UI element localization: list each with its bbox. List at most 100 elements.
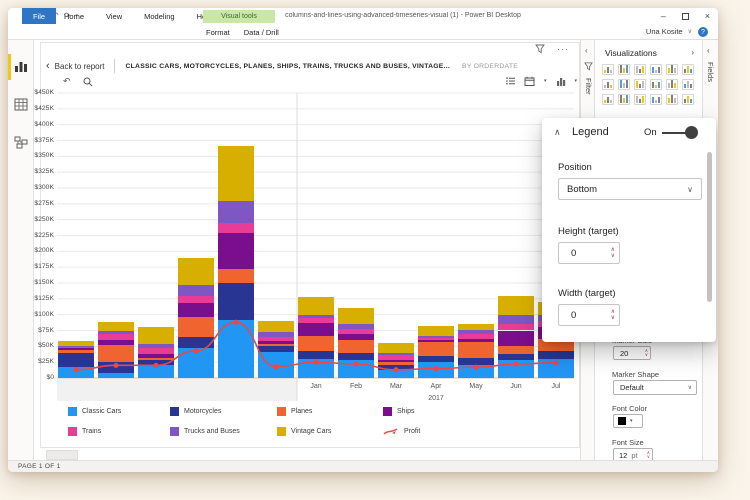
legend-card-title: Legend	[572, 126, 609, 138]
legend-card-header[interactable]: ∧ Legend On	[542, 118, 716, 148]
stepper-arrows-icon[interactable]: ∧ ∨	[645, 348, 650, 357]
visual-tools-contextual-header: Visual tools	[203, 10, 275, 23]
marker-size-stepper[interactable]: 20 ∧ ∨	[613, 346, 651, 360]
100-stacked-column-chart-icon[interactable]	[682, 64, 694, 75]
menu-item-format[interactable]: Format	[206, 28, 230, 37]
x-axis-month-label: Jan	[310, 383, 322, 390]
legend-label: Vintage Cars	[291, 428, 332, 435]
maximize-button[interactable]	[681, 12, 689, 20]
stacked-column-chart-icon[interactable]	[618, 64, 630, 75]
x-axis-month-label: Oct	[190, 383, 202, 390]
profit-line-icon	[383, 428, 398, 435]
x-axis-month-label: Jul	[71, 383, 81, 390]
undo-zoom-icon[interactable]: ↶	[63, 76, 71, 87]
x-axis-month-label: Apr	[430, 383, 442, 390]
list-icon[interactable]	[506, 77, 515, 85]
chevron-left-icon: ‹	[46, 60, 50, 72]
height-target-input[interactable]: 0 ∧ ∨	[558, 242, 620, 264]
legend-label: Classic Cars	[82, 408, 122, 415]
page-tab[interactable]	[46, 450, 78, 460]
stepper-arrows-icon[interactable]: ∧ ∨	[611, 247, 619, 259]
stepper-arrows-icon[interactable]: ∧ ∨	[647, 450, 652, 459]
waterfall-chart-icon[interactable]	[602, 94, 614, 105]
contextual-menu-items: Format Data / Drill	[206, 24, 279, 40]
y-axis-tick-label: $25K	[38, 358, 54, 366]
donut-chart-icon[interactable]	[666, 94, 678, 105]
fields-pane-label: Fields	[706, 62, 715, 83]
legend-item-ships[interactable]: Ships	[383, 407, 415, 416]
scatter-chart-icon[interactable]	[634, 94, 646, 105]
line-chart-icon[interactable]	[602, 79, 614, 90]
filter-funnel-icon[interactable]	[535, 44, 545, 54]
menu-item-view[interactable]: View	[106, 12, 122, 21]
back-to-report-button[interactable]: ‹ Back to report	[46, 60, 104, 72]
stepper-arrows-icon[interactable]: ∧ ∨	[611, 309, 619, 321]
stacked-area-chart-icon[interactable]	[634, 79, 646, 90]
width-target-input[interactable]: 0 ∧ ∨	[558, 304, 620, 326]
y-axis-tick-label: $400K	[34, 120, 54, 128]
legend-label: Trains	[82, 428, 102, 435]
legend-label: Motorcycles	[184, 408, 222, 415]
zoom-magnifier-icon[interactable]	[83, 77, 93, 87]
ribbon-chart-icon[interactable]	[682, 79, 694, 90]
clustered-bar-chart-icon[interactable]	[634, 64, 646, 75]
y-axis-tick-label: $225K	[34, 231, 54, 239]
font-size-label: Font Size	[612, 438, 644, 447]
legend-item-vintage-cars[interactable]: Vintage Cars	[277, 427, 331, 436]
file-menu-tab[interactable]: File	[22, 8, 56, 24]
x-axis-month-label: Jul	[551, 383, 561, 390]
calendar-icon[interactable]	[524, 76, 535, 86]
width-target-label: Width (target)	[558, 288, 616, 299]
chart-type-icon[interactable]	[556, 77, 566, 86]
expand-fields-chevron-icon[interactable]: ‹	[707, 46, 710, 55]
legend-item-profit[interactable]: Profit	[383, 427, 420, 436]
legend-item-planes[interactable]: Planes	[277, 407, 312, 416]
legend-swatch	[68, 427, 77, 436]
help-icon[interactable]: ?	[698, 27, 708, 37]
legend-item-trains[interactable]: Trains	[68, 427, 101, 436]
x-axis-month-label: Mar	[389, 383, 403, 390]
more-options-icon[interactable]: ···	[557, 44, 569, 54]
expand-filters-chevron-icon[interactable]: ‹	[585, 46, 588, 55]
line-and-clustered-column-chart-icon[interactable]	[666, 79, 678, 90]
area-chart-icon[interactable]	[618, 79, 630, 90]
legend-item-classic-cars[interactable]: Classic Cars	[68, 407, 121, 416]
collapse-section-chevron-icon[interactable]: ∧	[554, 127, 561, 138]
calendar-dropdown-caret-icon[interactable]: ▾	[544, 78, 547, 84]
100-stacked-bar-chart-icon[interactable]	[666, 64, 678, 75]
status-bar: PAGE 1 OF 1	[8, 460, 718, 472]
funnel-chart-icon[interactable]	[618, 94, 630, 105]
y-axis-tick-label: $200K	[34, 247, 54, 255]
menu-item-modeling[interactable]: Modeling	[144, 12, 174, 21]
menu-items: HomeViewModelingHelp	[64, 8, 212, 24]
menu-item-home[interactable]: Home	[64, 12, 84, 21]
legend-settings-card: ∧ Legend On Position Bottom ∨ Height (ta…	[542, 118, 716, 342]
table-icon[interactable]	[682, 94, 694, 105]
y-axis-tick-label: $275K	[34, 199, 54, 207]
minimize-button[interactable]: –	[661, 10, 666, 22]
position-select[interactable]: Bottom ∨	[558, 178, 702, 200]
legend-label: Planes	[291, 408, 313, 415]
y-axis-tick-label: $250K	[34, 215, 54, 223]
pie-chart-icon[interactable]	[650, 94, 662, 105]
legend-label: Ships	[397, 408, 415, 415]
clustered-column-chart-icon[interactable]	[650, 64, 662, 75]
account-menu[interactable]: Una Kosite ∨	[646, 27, 692, 36]
close-button[interactable]: ×	[705, 10, 710, 22]
chart-dropdown-caret-icon[interactable]: ▾	[575, 78, 578, 84]
line-and-stacked-column-chart-icon[interactable]	[650, 79, 662, 90]
stacked-bar-chart-icon[interactable]	[602, 64, 614, 75]
report-view-icon[interactable]	[14, 60, 28, 73]
y-axis-tick-label: $450K	[34, 89, 54, 96]
collapse-visualizations-chevron-icon[interactable]: ›	[691, 48, 694, 57]
legend-item-motorcycles[interactable]: Motorcycles	[170, 407, 221, 416]
legend-on-toggle[interactable]	[662, 126, 698, 139]
card-scrollbar[interactable]	[707, 152, 712, 302]
chevron-down-icon: ▾	[630, 418, 633, 424]
x-axis-month-label: Sep	[149, 383, 163, 390]
position-label: Position	[558, 162, 592, 173]
menu-item-data-drill[interactable]: Data / Drill	[244, 28, 279, 37]
legend-item-trucks-and-buses[interactable]: Trucks and Buses	[170, 427, 240, 436]
font-color-picker[interactable]: ▾	[613, 414, 643, 428]
marker-shape-select[interactable]: Default ∨	[613, 380, 697, 395]
